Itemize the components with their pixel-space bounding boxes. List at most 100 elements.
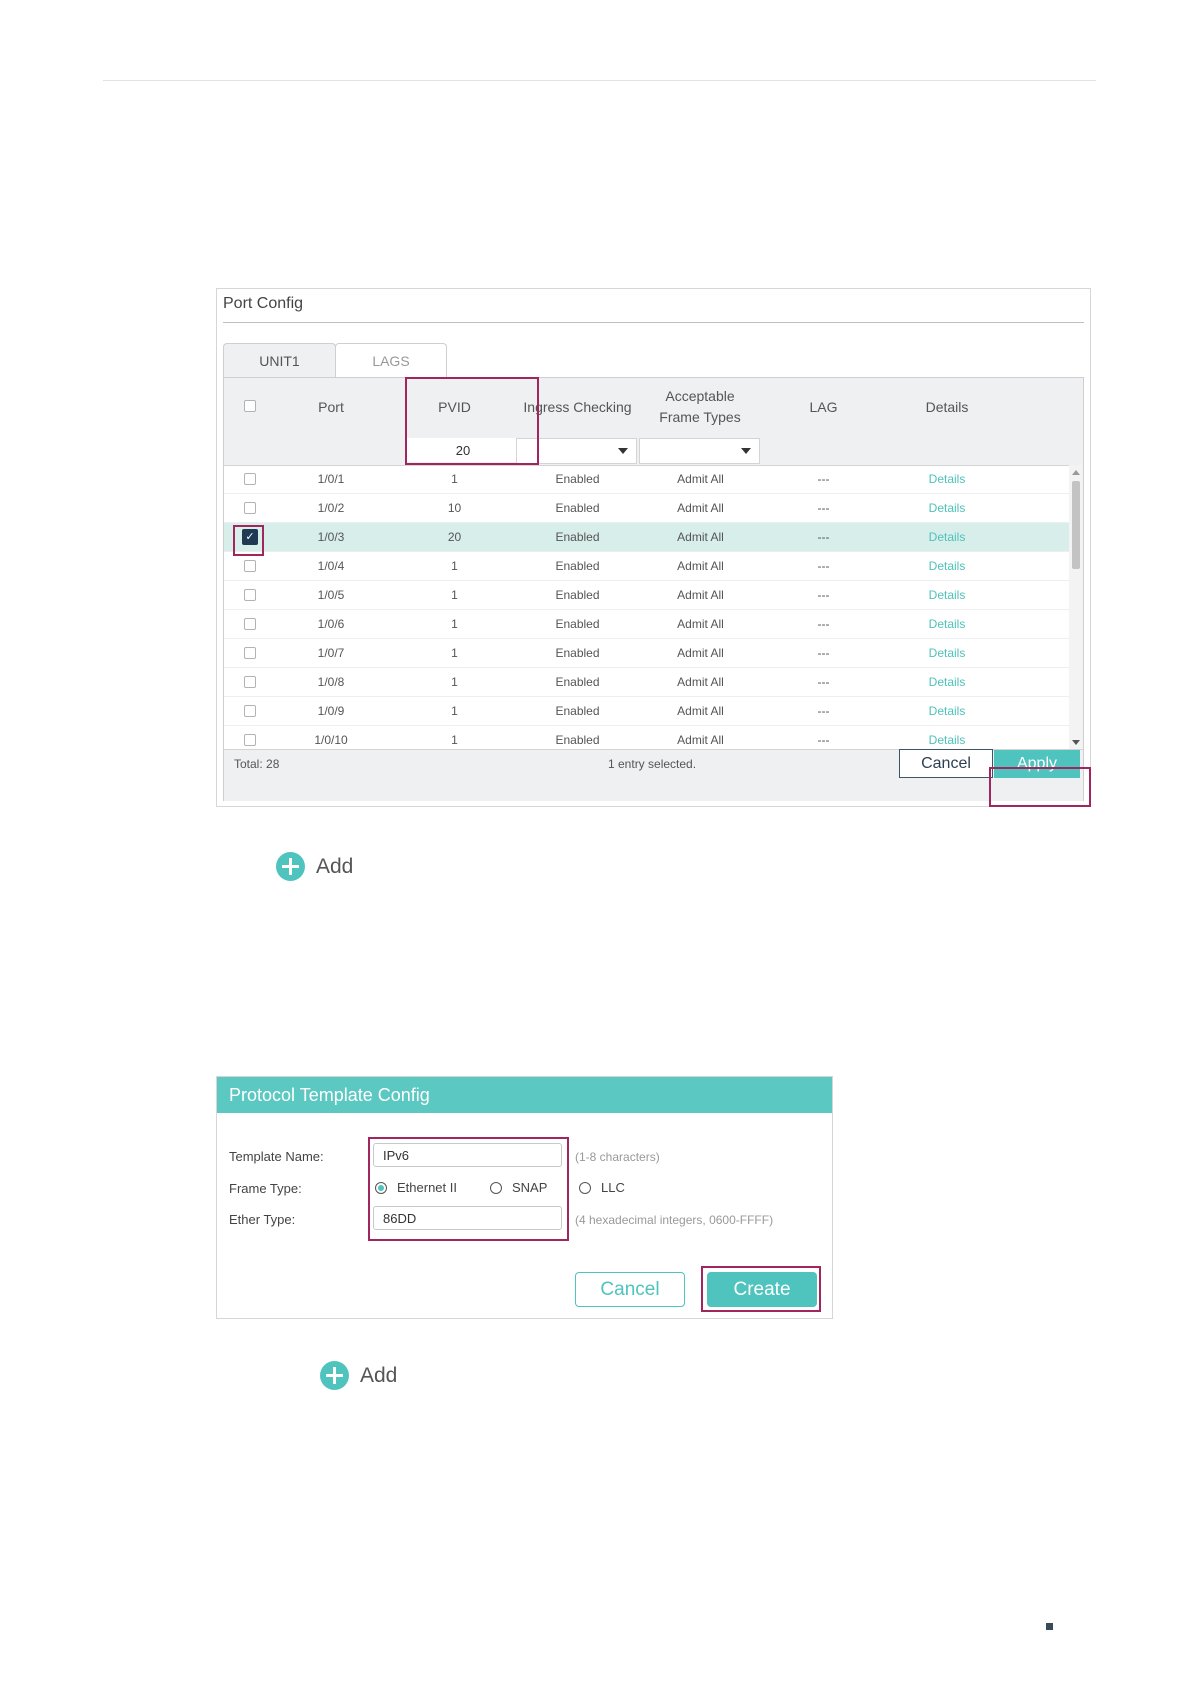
table-footer: Total: 28 1 entry selected. Cancel Apply bbox=[224, 749, 1083, 801]
column-header-ingress-checking[interactable]: Ingress Checking bbox=[516, 378, 639, 436]
port-config-title: Port Config bbox=[223, 295, 304, 312]
frame-type-option-label: LLC bbox=[601, 1180, 625, 1195]
ingress-checking-cell: Enabled bbox=[555, 472, 600, 486]
details-link[interactable]: Details bbox=[885, 668, 1009, 696]
row-checkbox[interactable] bbox=[244, 560, 256, 572]
checkmark-icon: ✓ bbox=[245, 531, 255, 543]
row-checkbox[interactable] bbox=[244, 705, 256, 717]
frame-type-option-label: Ethernet II bbox=[397, 1180, 457, 1195]
details-link[interactable]: Details bbox=[885, 726, 1009, 749]
frame-types-cell: Admit All bbox=[677, 501, 724, 515]
scroll-down-icon[interactable] bbox=[1072, 740, 1080, 745]
tab-lags[interactable]: LAGS bbox=[335, 343, 447, 378]
port-cell: 1/0/10 bbox=[314, 733, 348, 747]
column-header-pvid[interactable]: PVID bbox=[393, 378, 516, 436]
table-row[interactable]: 1/0/9 1 Enabled Admit All --- Details bbox=[224, 697, 1069, 726]
total-count: Total: 28 bbox=[234, 757, 280, 771]
scroll-thumb[interactable] bbox=[1072, 481, 1080, 569]
table-row[interactable]: 1/0/8 1 Enabled Admit All --- Details bbox=[224, 668, 1069, 697]
select-all-checkbox[interactable] bbox=[244, 400, 256, 412]
row-checkbox[interactable] bbox=[244, 734, 256, 746]
table-row[interactable]: 1/0/10 1 Enabled Admit All --- Details bbox=[224, 726, 1069, 749]
column-header-acceptable-frame-types[interactable]: Acceptable Frame Types bbox=[654, 378, 746, 436]
template-name-input[interactable]: IPv6 bbox=[373, 1143, 562, 1167]
details-link[interactable]: Details bbox=[885, 465, 1009, 493]
pvid-cell: 1 bbox=[451, 704, 458, 718]
lag-cell: --- bbox=[817, 588, 830, 602]
row-checkbox[interactable] bbox=[244, 473, 256, 485]
add-button-1[interactable]: Add bbox=[276, 852, 353, 881]
details-link[interactable]: Details bbox=[885, 639, 1009, 667]
ingress-checking-cell: Enabled bbox=[555, 733, 600, 747]
row-checkbox[interactable] bbox=[244, 502, 256, 514]
details-link[interactable]: Details bbox=[885, 552, 1009, 580]
frame-types-cell: Admit All bbox=[677, 675, 724, 689]
ingress-checking-cell: Enabled bbox=[555, 675, 600, 689]
tab-unit1[interactable]: UNIT1 bbox=[223, 343, 336, 378]
pvid-cell: 1 bbox=[451, 675, 458, 689]
port-cell: 1/0/1 bbox=[317, 472, 345, 486]
page-marker bbox=[1046, 1623, 1053, 1630]
plus-circle-icon bbox=[320, 1361, 349, 1390]
details-link[interactable]: Details bbox=[885, 581, 1009, 609]
table-row[interactable]: 1/0/5 1 Enabled Admit All --- Details bbox=[224, 581, 1069, 610]
lag-cell: --- bbox=[817, 646, 830, 660]
caret-down-icon bbox=[741, 448, 751, 454]
table-row[interactable]: 1/0/2 10 Enabled Admit All --- Details bbox=[224, 494, 1069, 523]
row-checkbox[interactable] bbox=[244, 589, 256, 601]
ingress-checking-cell: Enabled bbox=[555, 588, 600, 602]
ingress-checking-cell: Enabled bbox=[555, 530, 600, 544]
selection-status: 1 entry selected. bbox=[608, 757, 697, 771]
ingress-checking-select[interactable] bbox=[516, 438, 637, 464]
details-link[interactable]: Details bbox=[885, 523, 1009, 551]
table-row[interactable]: 1/0/1 1 Enabled Admit All --- Details bbox=[224, 465, 1069, 494]
pvid-cell: 1 bbox=[451, 559, 458, 573]
details-link[interactable]: Details bbox=[885, 697, 1009, 725]
frame-type-radio-snap[interactable]: SNAP bbox=[490, 1180, 547, 1195]
table-row[interactable]: ✓ 1/0/3 20 Enabled Admit All --- Details bbox=[224, 523, 1069, 552]
frame-types-cell: Admit All bbox=[677, 472, 724, 486]
row-checkbox[interactable]: ✓ bbox=[242, 529, 258, 545]
lag-cell: --- bbox=[817, 501, 830, 515]
column-header-lag[interactable]: LAG bbox=[762, 378, 885, 436]
pvid-cell: 1 bbox=[451, 617, 458, 631]
table-row[interactable]: 1/0/7 1 Enabled Admit All --- Details bbox=[224, 639, 1069, 668]
port-cell: 1/0/6 bbox=[317, 617, 345, 631]
frame-type-radio-ethernet-ii[interactable]: Ethernet II bbox=[375, 1180, 457, 1195]
create-button[interactable]: Create bbox=[707, 1272, 817, 1307]
pvid-filter-input[interactable]: 20 bbox=[405, 438, 521, 462]
pvid-cell: 1 bbox=[451, 646, 458, 660]
ingress-checking-cell: Enabled bbox=[555, 704, 600, 718]
table-scrollbar[interactable] bbox=[1069, 465, 1083, 749]
port-table: Port PVID Ingress Checking Acceptable Fr… bbox=[223, 377, 1084, 801]
frame-types-cell: Admit All bbox=[677, 617, 724, 631]
cancel-button[interactable]: Cancel bbox=[575, 1272, 685, 1307]
apply-button[interactable]: Apply bbox=[994, 750, 1080, 778]
lag-cell: --- bbox=[817, 733, 830, 747]
ingress-checking-cell: Enabled bbox=[555, 617, 600, 631]
ether-type-input[interactable]: 86DD bbox=[373, 1206, 562, 1230]
column-header-port[interactable]: Port bbox=[269, 378, 393, 436]
lag-cell: --- bbox=[817, 617, 830, 631]
frame-types-select[interactable] bbox=[639, 438, 760, 464]
add-label-2: Add bbox=[360, 1363, 398, 1387]
table-row[interactable]: 1/0/4 1 Enabled Admit All --- Details bbox=[224, 552, 1069, 581]
table-row[interactable]: 1/0/6 1 Enabled Admit All --- Details bbox=[224, 610, 1069, 639]
details-link[interactable]: Details bbox=[885, 494, 1009, 522]
title-divider bbox=[223, 322, 1084, 323]
column-header-details: Details bbox=[925, 398, 969, 415]
port-cell: 1/0/8 bbox=[317, 675, 345, 689]
port-config-panel: Port Config UNIT1 LAGS Port PVID Ingress… bbox=[216, 288, 1091, 807]
row-checkbox[interactable] bbox=[244, 618, 256, 630]
add-button-2[interactable]: Add bbox=[320, 1361, 397, 1390]
pvid-cell: 20 bbox=[447, 530, 462, 544]
row-checkbox[interactable] bbox=[244, 647, 256, 659]
frame-type-radio-llc[interactable]: LLC bbox=[579, 1180, 625, 1195]
cancel-button[interactable]: Cancel bbox=[899, 749, 993, 778]
row-checkbox[interactable] bbox=[244, 676, 256, 688]
scroll-up-icon[interactable] bbox=[1072, 470, 1080, 475]
pvid-cell: 1 bbox=[451, 472, 458, 486]
details-link[interactable]: Details bbox=[885, 610, 1009, 638]
frame-types-cell: Admit All bbox=[677, 530, 724, 544]
frame-types-cell: Admit All bbox=[677, 588, 724, 602]
